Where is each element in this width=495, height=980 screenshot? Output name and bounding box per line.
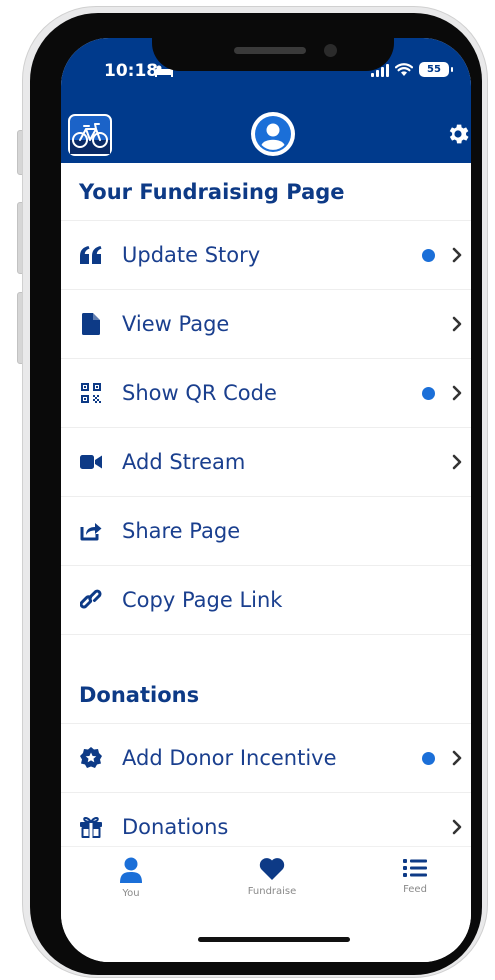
- user-icon: [120, 857, 142, 883]
- heart-icon: [259, 858, 285, 880]
- chevron-right-icon: [452, 385, 462, 401]
- chevron-right-icon: [452, 750, 462, 766]
- menu-item-label: Update Story: [122, 243, 261, 267]
- bottom-tab-bar: You Fundraise Feed: [61, 846, 471, 962]
- badge-star-icon: [80, 747, 102, 768]
- app-logo[interactable]: [68, 114, 112, 156]
- tab-feed[interactable]: Feed: [370, 857, 460, 895]
- chevron-right-icon: [452, 454, 462, 470]
- menu-item-add-stream[interactable]: Add Stream: [61, 428, 471, 497]
- section-title-donations: Donations: [61, 666, 471, 724]
- qr-code-icon: [81, 383, 101, 403]
- phone-screen: 10:18 55 Your Fundraising Page Update St…: [61, 38, 471, 962]
- user-circle-icon: [255, 116, 291, 152]
- menu-item-label: Add Stream: [122, 450, 246, 474]
- notch-camera: [324, 44, 337, 57]
- phone-notch: [152, 38, 394, 71]
- menu-item-label: Show QR Code: [122, 381, 277, 405]
- notification-dot: [422, 752, 435, 765]
- menu-item-label: View Page: [122, 312, 230, 336]
- tab-label: Feed: [403, 884, 427, 895]
- document-icon: [82, 313, 100, 335]
- tab-you[interactable]: You: [86, 857, 176, 899]
- quote-icon: [80, 246, 102, 264]
- menu-item-show-qr-code[interactable]: Show QR Code: [61, 359, 471, 428]
- tab-fundraise[interactable]: Fundraise: [227, 857, 317, 897]
- settings-gear-icon[interactable]: [445, 121, 471, 147]
- menu-item-label: Add Donor Incentive: [122, 746, 337, 770]
- notification-dot: [422, 387, 435, 400]
- tab-label: Fundraise: [247, 886, 297, 897]
- profile-avatar-button[interactable]: [251, 112, 295, 156]
- home-indicator[interactable]: [198, 937, 350, 942]
- status-time: 10:18: [104, 61, 159, 81]
- list-icon: [403, 859, 427, 877]
- menu-item-label: Copy Page Link: [122, 588, 283, 612]
- video-camera-icon: [80, 455, 102, 469]
- wifi-icon: [395, 62, 413, 76]
- notch-speaker: [234, 47, 306, 54]
- menu-item-share-page[interactable]: Share Page: [61, 497, 471, 566]
- menu-item-view-page[interactable]: View Page: [61, 290, 471, 359]
- share-icon: [80, 523, 102, 541]
- battery-indicator: 55: [419, 62, 453, 77]
- chevron-right-icon: [452, 247, 462, 263]
- menu-item-update-story[interactable]: Update Story: [61, 221, 471, 290]
- tab-label: You: [122, 888, 140, 899]
- section-title-fundraising-page: Your Fundraising Page: [61, 163, 471, 221]
- menu-item-add-donor-incentive[interactable]: Add Donor Incentive: [61, 724, 471, 793]
- link-icon: [80, 589, 102, 609]
- bicycle-icon: [70, 123, 110, 154]
- gift-icon: [80, 816, 102, 838]
- chevron-right-icon: [452, 819, 462, 835]
- menu-item-copy-page-link[interactable]: Copy Page Link: [61, 566, 471, 635]
- chevron-right-icon: [452, 316, 462, 332]
- menu-item-label: Donations: [122, 815, 229, 839]
- notification-dot: [422, 249, 435, 262]
- menu-item-label: Share Page: [122, 519, 241, 543]
- menu-content: Your Fundraising Page Update Story View …: [61, 163, 471, 862]
